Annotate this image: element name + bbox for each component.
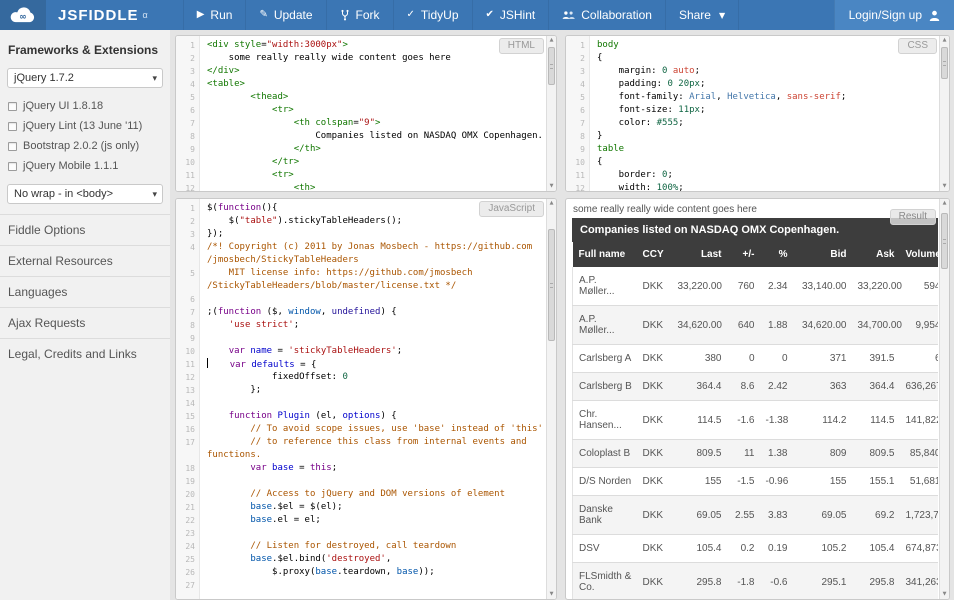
- jshint-icon: ✔: [486, 10, 494, 20]
- update-button[interactable]: ✎ Update: [245, 0, 325, 30]
- chevron-down-icon: ▾: [152, 186, 157, 204]
- column-header: Ask: [852, 242, 900, 267]
- table-row: A.P. Møller...DKK33,220.007602.3433,140.…: [573, 267, 939, 306]
- result-scrollbar[interactable]: ▲ ▼: [939, 199, 949, 599]
- scroll-thumb[interactable]: [548, 47, 555, 85]
- result-panel: some really really wide content goes her…: [565, 198, 950, 600]
- update-icon: ✎: [259, 10, 267, 20]
- css-editor-panel: 123456789101112 body{ margin: 0 auto; pa…: [565, 35, 950, 192]
- table-row: Danske BankDKK69.052.553.8369.0569.21,72…: [573, 496, 939, 535]
- sidebar-item-external-resources[interactable]: External Resources: [0, 245, 170, 276]
- table-row: DSVDKK105.40.20.19105.2105.4674,873: [573, 535, 939, 563]
- sidebar-item-languages[interactable]: Languages: [0, 276, 170, 307]
- js-editor-panel: 1234567891011121314151617181920212223242…: [175, 198, 557, 600]
- table-row: Chr. Hansen...DKK114.5-1.6-1.38114.2114.…: [573, 401, 939, 440]
- checkbox-jquery-mobile[interactable]: jQuery Mobile 1.1.1: [0, 156, 170, 176]
- panel-label-html: HTML: [499, 38, 544, 54]
- checkbox-icon: [8, 162, 17, 171]
- brand-title: JSFIDDLE: [58, 7, 139, 24]
- collaboration-button[interactable]: Collaboration: [548, 0, 665, 30]
- table-row: Coloplast BDKK809.5111.38809809.585,840: [573, 440, 939, 468]
- scroll-thumb[interactable]: [548, 229, 555, 341]
- column-header: +/-: [727, 242, 760, 267]
- scroll-up-icon[interactable]: ▲: [940, 36, 949, 45]
- alpha-badge: α: [143, 10, 149, 20]
- checkbox-icon: [8, 122, 17, 131]
- svg-text:∞: ∞: [19, 12, 27, 23]
- share-caret-icon: ▼: [719, 11, 725, 20]
- column-header: %: [760, 242, 793, 267]
- jsfiddle-logo[interactable]: ∞: [0, 0, 46, 30]
- chevron-down-icon: ▾: [152, 70, 157, 88]
- sidebar-sections: Fiddle Options External Resources Langua…: [0, 214, 170, 369]
- panel-label-javascript: JavaScript: [479, 201, 544, 217]
- column-header: CCY: [637, 242, 672, 267]
- fork-icon: [340, 9, 350, 21]
- scroll-down-icon[interactable]: ▼: [940, 590, 949, 599]
- checkbox-jquery-lint[interactable]: jQuery Lint (13 June '11): [0, 116, 170, 136]
- result-frame: some really really wide content goes her…: [566, 199, 938, 599]
- result-table-title: Companies listed on NASDAQ OMX Copenhage…: [572, 218, 938, 242]
- companies-table: Full nameCCYLast+/-%BidAskVolumeA.P. Møl…: [572, 242, 938, 599]
- wide-content-text: some really really wide content goes her…: [573, 204, 938, 215]
- table-row: D/S NordenDKK155-1.5-0.96155155.151,681: [573, 468, 939, 496]
- collaboration-icon: [562, 10, 575, 20]
- navbar-actions: ▶ Run ✎ Update Fork ✓ TidyUp ✔ JSHint: [183, 0, 739, 30]
- scroll-up-icon[interactable]: ▲: [547, 36, 556, 45]
- run-icon: ▶: [197, 10, 205, 20]
- table-row: FLSmidth & Co.DKK295.8-1.8-0.6295.1295.8…: [573, 563, 939, 600]
- css-line-numbers: 123456789101112: [566, 36, 590, 191]
- navbar: ∞ JSFIDDLE α ▶ Run ✎ Update Fork ✓ TidyU…: [0, 0, 954, 30]
- panel-label-css: CSS: [898, 38, 937, 54]
- css-code-editor[interactable]: body{ margin: 0 auto; padding: 0 20px; f…: [591, 36, 939, 191]
- js-editor-scrollbar[interactable]: ▲ ▼: [546, 199, 556, 599]
- scroll-down-icon[interactable]: ▼: [940, 182, 949, 191]
- sidebar-item-ajax-requests[interactable]: Ajax Requests: [0, 307, 170, 338]
- scroll-up-icon[interactable]: ▲: [547, 199, 556, 208]
- scroll-down-icon[interactable]: ▼: [547, 590, 556, 599]
- table-row: Carlsberg BDKK364.48.62.42363364.4636,26…: [573, 373, 939, 401]
- checkbox-jquery-ui[interactable]: jQuery UI 1.8.18: [0, 96, 170, 116]
- checkbox-icon: [8, 142, 17, 151]
- table-row: A.P. Møller...DKK34,620.006401.8834,620.…: [573, 306, 939, 345]
- html-line-numbers: 123456789101112: [176, 36, 200, 191]
- scroll-thumb[interactable]: [941, 47, 948, 79]
- checkbox-icon: [8, 102, 17, 111]
- sidebar: Frameworks & Extensions jQuery 1.7.2 ▾ j…: [0, 30, 170, 600]
- tidyup-button[interactable]: ✓ TidyUp: [393, 0, 472, 30]
- column-header: Last: [672, 242, 727, 267]
- tidyup-icon: ✓: [407, 10, 415, 20]
- html-editor-panel: 123456789101112 <div style="width:3000px…: [175, 35, 557, 192]
- scroll-up-icon[interactable]: ▲: [940, 199, 949, 208]
- css-editor-scrollbar[interactable]: ▲ ▼: [939, 36, 949, 191]
- table-row: Carlsberg ADKK38000371391.56: [573, 345, 939, 373]
- cloud-icon: ∞: [8, 5, 38, 25]
- html-code-editor[interactable]: <div style="width:3000px"> some really r…: [201, 36, 546, 191]
- sidebar-heading: Frameworks & Extensions: [0, 30, 170, 66]
- js-line-numbers: 1234567891011121314151617181920212223242…: [176, 199, 200, 599]
- sidebar-item-legal-credits-links[interactable]: Legal, Credits and Links: [0, 338, 170, 369]
- scroll-thumb[interactable]: [941, 213, 948, 269]
- column-header: Bid: [793, 242, 852, 267]
- column-header: Volume: [900, 242, 939, 267]
- fork-button[interactable]: Fork: [326, 0, 393, 30]
- html-editor-scrollbar[interactable]: ▲ ▼: [546, 36, 556, 191]
- share-button[interactable]: Share ▼: [665, 0, 739, 30]
- wrap-select[interactable]: No wrap - in <body> ▾: [7, 184, 163, 204]
- jshint-button[interactable]: ✔ JSHint: [472, 0, 549, 30]
- column-header: Full name: [573, 242, 637, 267]
- checkbox-bootstrap[interactable]: Bootstrap 2.0.2 (js only): [0, 136, 170, 156]
- framework-select[interactable]: jQuery 1.7.2 ▾: [7, 68, 163, 88]
- login-button[interactable]: Login/Sign up: [834, 0, 954, 30]
- run-button[interactable]: ▶ Run: [183, 0, 246, 30]
- js-code-editor[interactable]: $(function(){ $("table").stickyTableHead…: [201, 199, 546, 599]
- user-icon: [929, 10, 940, 21]
- panel-label-result: Result: [890, 209, 936, 225]
- sidebar-item-fiddle-options[interactable]: Fiddle Options: [0, 214, 170, 245]
- scroll-down-icon[interactable]: ▼: [547, 182, 556, 191]
